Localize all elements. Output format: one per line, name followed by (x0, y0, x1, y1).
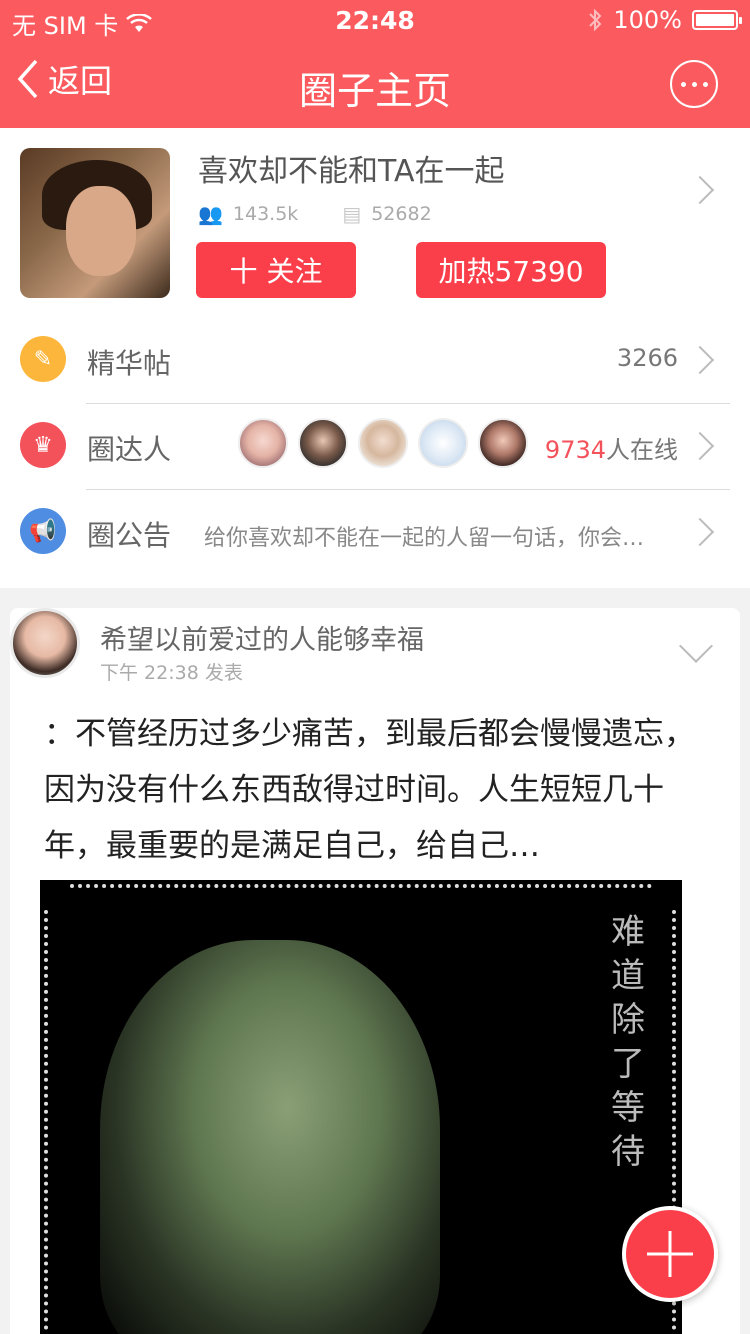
status-bar: 无 SIM 卡 22:48 100% (0, 0, 750, 40)
add-post-button[interactable] (622, 1206, 718, 1302)
notice-text: 给你喜欢却不能在一起的人留一句话，你会… (204, 526, 645, 551)
featured-label: 精华帖 (87, 347, 172, 380)
page-title: 圈子主页 (298, 69, 451, 113)
avatar[interactable] (238, 418, 288, 468)
chevron-right-icon[interactable] (685, 175, 715, 205)
post-image[interactable]: 难道除了等待 (40, 880, 682, 1334)
image-border-dots (44, 910, 48, 1330)
expert-avatars (238, 418, 528, 468)
battery-icon (692, 10, 742, 30)
members-count: 143.5k (232, 203, 299, 225)
experts-label: 圈达人 (87, 433, 172, 466)
chevron-down-icon[interactable] (679, 629, 713, 663)
megaphone-icon: 📢 (20, 508, 66, 554)
crown-icon: ♛ (20, 422, 66, 468)
plus-icon (647, 1231, 693, 1277)
featured-icon: ✎ (20, 336, 66, 382)
circle-home-page: 无 SIM 卡 22:48 100% 返回 圈子主页 喜欢却不能和TA在一起 👥… (0, 0, 750, 1334)
battery-percent: 100% (613, 6, 682, 34)
post-time: 下午 22:38 发表 (100, 662, 243, 684)
image-poem-text: 难道除了等待 (611, 912, 645, 1172)
chevron-right-icon (685, 345, 715, 375)
post-content[interactable]: ：不管经历过多少痛苦，到最后都会慢慢遗忘，因为没有什么东西敌得过时间。人生短短几… (44, 706, 704, 874)
image-figure (100, 940, 440, 1334)
online-suffix: 人在线 (606, 436, 678, 464)
notice-row[interactable]: 📢 圈公告 给你喜欢却不能在一起的人留一句话，你会… (0, 490, 750, 576)
status-right: 100% (587, 6, 742, 34)
avatar[interactable] (10, 608, 80, 678)
nav-bar: 返回 圈子主页 (0, 40, 750, 128)
post-author[interactable]: 希望以前爱过的人能够幸福 (100, 618, 424, 657)
circle-cover-image[interactable] (20, 148, 170, 298)
heat-button[interactable]: 加热57390 (416, 242, 606, 298)
circle-info-card: 喜欢却不能和TA在一起 👥 143.5k ▤ 52682 十 关注 加热5739… (0, 128, 750, 588)
more-dot (702, 81, 708, 87)
featured-posts-row[interactable]: ✎ 精华帖 3266 (0, 318, 750, 404)
image-border-dots (70, 884, 652, 888)
more-dot (691, 81, 697, 87)
circle-stats: 👥 143.5k ▤ 52682 (198, 202, 432, 226)
follow-button[interactable]: 十 关注 (196, 242, 356, 298)
more-dots-icon (680, 81, 686, 87)
header: 无 SIM 卡 22:48 100% 返回 圈子主页 (0, 0, 750, 128)
cover-face-shape (66, 186, 136, 276)
posts-icon: ▤ (342, 202, 362, 226)
posts-count: 52682 (371, 203, 432, 225)
more-options-button[interactable] (670, 60, 718, 108)
notice-label: 圈公告 (87, 519, 172, 552)
circle-name[interactable]: 喜欢却不能和TA在一起 (198, 146, 505, 190)
chevron-right-icon (685, 431, 715, 461)
bluetooth-icon (589, 8, 602, 32)
avatar[interactable] (478, 418, 528, 468)
avatar[interactable] (298, 418, 348, 468)
members-icon: 👥 (198, 202, 223, 226)
featured-count: 3266 (616, 344, 678, 372)
online-count: 9734人在线 (545, 430, 678, 465)
online-number: 9734 (544, 436, 606, 464)
experts-row[interactable]: ♛ 圈达人 9734人在线 (0, 404, 750, 490)
avatar[interactable] (358, 418, 408, 468)
chevron-right-icon (685, 517, 715, 547)
avatar[interactable] (418, 418, 468, 468)
